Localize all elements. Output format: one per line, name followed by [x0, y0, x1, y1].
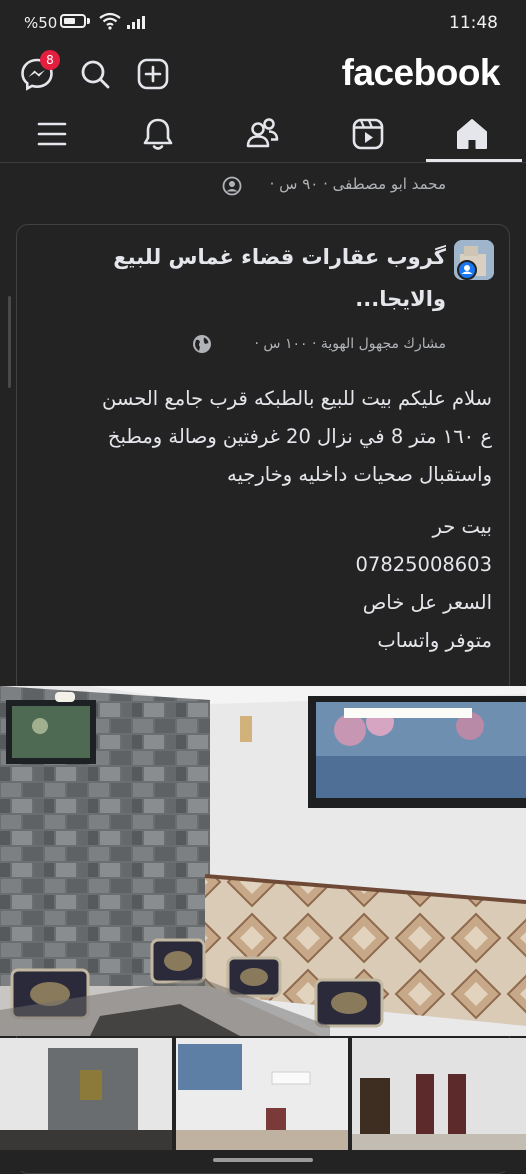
battery-tip	[87, 18, 90, 24]
post-line: سلام عليكم بيت للبيع بالطبكه قرب جامع ال…	[101, 387, 492, 410]
phone-number[interactable]: 07825008603	[32, 546, 492, 584]
thumbnail-strip	[0, 1038, 526, 1150]
post-meta: مشارك مجهول الهوية · ١٠٠ س ·	[254, 336, 446, 352]
thumbnail-2[interactable]	[176, 1038, 348, 1150]
wifi-icon	[99, 12, 121, 30]
post-line: السعر عل خاص	[362, 591, 492, 614]
friends-icon[interactable]	[238, 112, 286, 156]
video-icon[interactable]	[344, 112, 392, 156]
home-gesture-pill[interactable]	[213, 1158, 313, 1162]
post-line: ع ١٦٠ متر 8 في نزال 20 غرفتين وصالة ومطب…	[107, 425, 492, 448]
post-line: واستقبال صحيات داخليه وخارجيه	[226, 463, 492, 486]
clock: 11:48	[449, 13, 498, 33]
add-icon[interactable]	[134, 55, 172, 93]
facebook-logo[interactable]: facebook	[342, 52, 501, 94]
bell-icon[interactable]	[134, 112, 182, 156]
group-avatar-image	[454, 240, 494, 280]
menu-icon[interactable]	[28, 112, 76, 156]
room-photo	[0, 686, 526, 1036]
thumbnail-3[interactable]	[352, 1038, 526, 1150]
shared-by-line[interactable]: محمد ابو مصطفى · ٩٠ س ·	[270, 175, 446, 193]
thumbnail-1[interactable]	[0, 1038, 172, 1150]
group-avatar[interactable]	[454, 240, 494, 280]
home-icon[interactable]	[448, 112, 496, 156]
messenger-badge: 8	[40, 50, 60, 70]
post-line: متوفر واتساب	[377, 629, 492, 652]
scrollbar[interactable]	[8, 296, 11, 388]
post-photo-thumbnails	[0, 1038, 526, 1150]
globe-icon	[193, 335, 211, 353]
post-photo-main[interactable]	[0, 686, 526, 1036]
battery-icon	[60, 14, 86, 28]
search-icon[interactable]	[76, 55, 114, 93]
group-title[interactable]: گروب عقارات قضاء غماس للبيع والايجا...	[76, 236, 446, 320]
signal-icon	[127, 16, 145, 29]
post-text: سلام عليكم بيت للبيع بالطبكه قرب جامع ال…	[32, 380, 492, 660]
post-line: بيت حر	[432, 515, 492, 538]
tab-divider	[0, 162, 526, 163]
battery-percent: %50	[24, 14, 58, 32]
friends-audience-icon	[222, 176, 242, 196]
